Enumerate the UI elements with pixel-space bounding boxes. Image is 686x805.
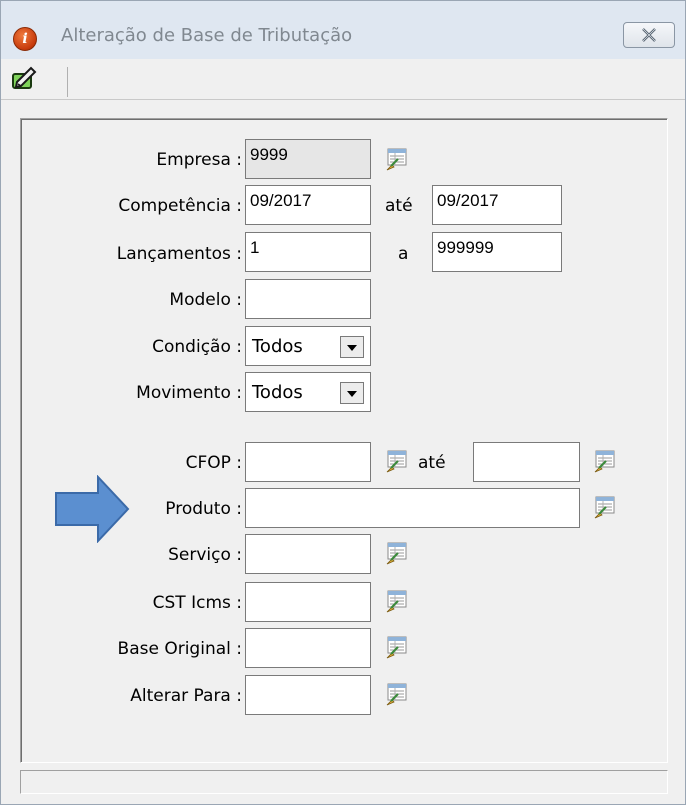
empresa-label: Empresa : (156, 150, 242, 170)
chevron-down-icon[interactable] (340, 382, 364, 404)
chevron-down-icon[interactable] (340, 336, 364, 358)
edit-button[interactable] (11, 65, 37, 91)
cfop-from-lookup-icon[interactable] (385, 449, 409, 473)
window-title: Alteração de Base de Tributação (61, 25, 353, 46)
lancamentos-label: Lançamentos : (116, 244, 242, 264)
empresa-field[interactable]: 9999 (245, 139, 371, 179)
base-original-label: Base Original : (117, 639, 242, 659)
cfop-to-lookup-icon[interactable] (593, 449, 617, 473)
movimento-value: Todos (252, 382, 303, 403)
info-icon: i (13, 27, 37, 51)
cst-icms-field[interactable] (245, 582, 371, 622)
condicao-value: Todos (252, 336, 303, 357)
modelo-label: Modelo : (169, 290, 242, 310)
empresa-lookup-icon[interactable] (385, 147, 409, 171)
alterar-para-lookup-icon[interactable] (385, 682, 409, 706)
servico-field[interactable] (245, 534, 371, 574)
produto-lookup-icon[interactable] (593, 495, 617, 519)
modelo-field[interactable] (245, 279, 371, 319)
competencia-from-field[interactable]: 09/2017 (245, 185, 371, 225)
cfop-ate-label: até (418, 453, 446, 473)
lancamentos-to-field[interactable]: 999999 (432, 232, 562, 272)
cst-icms-lookup-icon[interactable] (385, 589, 409, 613)
alterar-para-label: Alterar Para : (130, 686, 242, 706)
cfop-label: CFOP : (185, 453, 242, 473)
cfop-from-field[interactable] (245, 442, 371, 482)
produto-field[interactable] (245, 488, 580, 528)
toolbar (1, 59, 685, 100)
movimento-select[interactable]: Todos (245, 372, 371, 412)
blue-arrow-icon (55, 475, 130, 543)
movimento-label: Movimento : (136, 383, 242, 403)
competencia-label: Competência : (118, 196, 242, 216)
competencia-to-field[interactable]: 09/2017 (432, 185, 562, 225)
competencia-ate-label: até (385, 196, 413, 216)
condicao-label: Condição : (152, 337, 242, 357)
servico-label: Serviço : (168, 545, 242, 565)
lancamentos-a-label: a (398, 244, 409, 264)
alterar-para-field[interactable] (245, 675, 371, 715)
cfop-to-field[interactable] (473, 442, 580, 482)
close-x-icon (642, 28, 656, 42)
produto-label: Produto : (165, 499, 242, 519)
close-button[interactable] (623, 22, 675, 48)
condicao-select[interactable]: Todos (245, 326, 371, 366)
base-original-field[interactable] (245, 628, 371, 668)
toolbar-separator (67, 67, 68, 97)
servico-lookup-icon[interactable] (385, 541, 409, 565)
lancamentos-from-field[interactable]: 1 (245, 232, 371, 272)
cst-icms-label: CST Icms : (152, 593, 242, 613)
title-bar: i Alteração de Base de Tributação (1, 1, 685, 60)
base-original-lookup-icon[interactable] (385, 635, 409, 659)
status-bar (20, 770, 668, 794)
edit-pencil-icon (12, 66, 37, 89)
